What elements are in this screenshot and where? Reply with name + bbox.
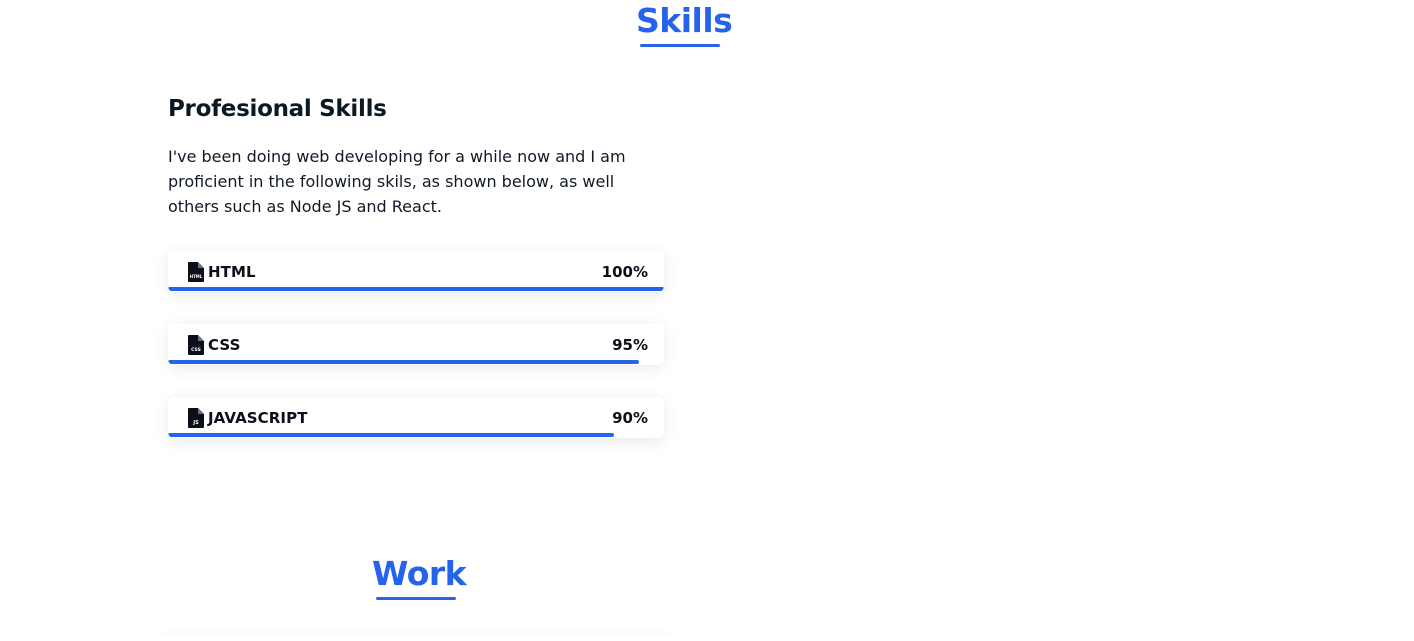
skill-progress-bar bbox=[168, 360, 640, 364]
skill-progress-track bbox=[168, 433, 664, 438]
js-icon-text: JS bbox=[192, 420, 199, 426]
skill-percent: 95% bbox=[612, 336, 648, 354]
skill-name: CSS bbox=[208, 336, 241, 354]
css-file-icon: CSS bbox=[188, 335, 204, 355]
work-section-title: Work bbox=[372, 554, 467, 593]
skill-progress-track bbox=[168, 360, 664, 365]
js-file-icon: JS bbox=[188, 408, 204, 428]
skills-section-title: Skills bbox=[636, 1, 733, 40]
skills-description: I've been doing web developing for a whi… bbox=[168, 147, 626, 216]
css-icon-text: CSS bbox=[191, 347, 201, 353]
skill-progress-bar bbox=[168, 433, 615, 437]
skill-card-html: HTML HTML 100% bbox=[168, 251, 664, 292]
portfolio-page: Skills Profesional Skills I've been doin… bbox=[0, 0, 1414, 641]
skills-title-underline bbox=[640, 44, 720, 47]
html-icon-text: HTML bbox=[190, 274, 203, 279]
work-card-top-edge bbox=[160, 637, 672, 641]
skill-progress-track bbox=[168, 287, 664, 292]
skill-progress-bar bbox=[168, 287, 664, 291]
html-file-icon: HTML bbox=[188, 262, 204, 282]
skill-card-css: CSS CSS 95% bbox=[168, 324, 664, 365]
skill-name: HTML bbox=[208, 263, 256, 281]
skill-name: JAVASCRIPT bbox=[208, 409, 308, 427]
skill-percent: 100% bbox=[601, 263, 648, 281]
skill-percent: 90% bbox=[612, 409, 648, 427]
work-title-underline bbox=[376, 597, 456, 600]
professional-skills-heading: Profesional Skills bbox=[168, 96, 387, 122]
skill-card-javascript: JS JAVASCRIPT 90% bbox=[168, 397, 664, 438]
